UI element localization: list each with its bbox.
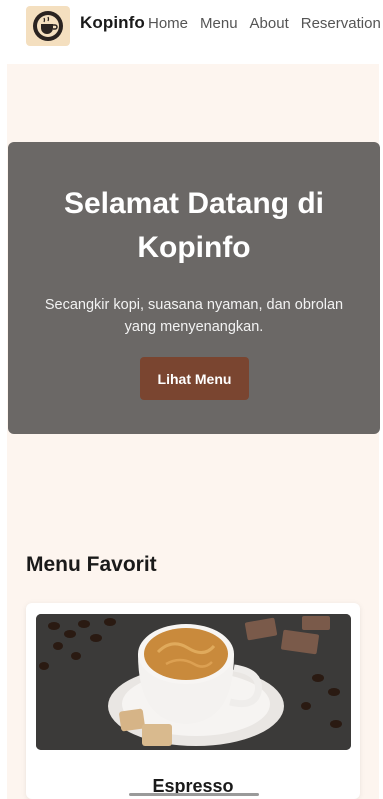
section-title-menu-favorit: Menu Favorit [26,553,157,576]
hero-subtitle: Secangkir kopi, suasana nyaman, dan obro… [44,297,344,335]
main-nav: Home Menu About Reservation [148,15,381,32]
nav-link-menu[interactable]: Menu [200,15,238,32]
coffee-logo-icon[interactable] [26,6,70,46]
view-menu-button[interactable]: Lihat Menu [140,357,249,400]
hero-banner: Selamat Datang di Kopinfo Secangkir kopi… [8,142,380,434]
scroll-indicator [129,793,259,796]
nav-link-about[interactable]: About [250,15,289,32]
hero-title: Selamat Datang di Kopinfo [63,187,325,264]
espresso-image [36,614,351,750]
brand-name[interactable]: Kopinfo [80,13,145,33]
site-header: Kopinfo Home Menu About Reservation [0,0,383,52]
nav-link-home[interactable]: Home [148,15,188,32]
menu-card[interactable]: Espresso [26,603,360,799]
nav-link-reservation[interactable]: Reservation [301,15,381,32]
